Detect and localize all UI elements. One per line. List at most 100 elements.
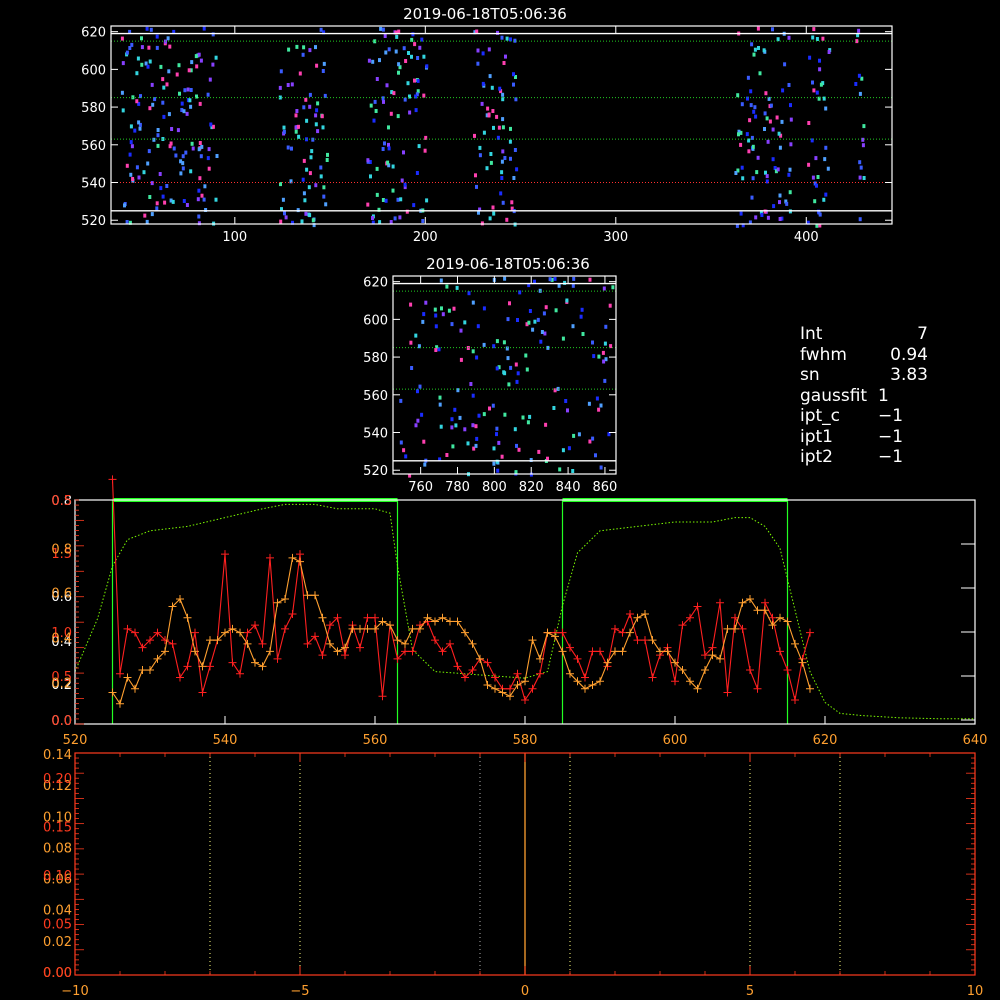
spectrum-dot (505, 346, 509, 351)
spectrum-dot (403, 97, 407, 102)
spectrum-dot (298, 71, 302, 76)
spectrum-dot (746, 75, 750, 80)
spectrum-dot (161, 100, 165, 105)
spectrum-dot (496, 468, 500, 473)
spectrum-dot (314, 113, 318, 118)
spectrum-dot (416, 56, 420, 60)
spectrum-dot (858, 175, 862, 180)
info-value: −1 (878, 406, 904, 426)
spectrum-dot (515, 443, 518, 448)
info-label: ipt1 (800, 426, 833, 447)
spectrum-dot (315, 63, 319, 68)
spectrum-dot (500, 159, 504, 164)
spectrum-dot (553, 276, 557, 281)
spectrum-dot (140, 45, 144, 50)
spectrum-dot (315, 108, 319, 113)
spectrum-dot (420, 412, 424, 417)
spectrum-dot (861, 143, 865, 148)
spectrum-dot (301, 177, 305, 182)
spectrum-dot (473, 133, 476, 138)
spectrum-dot (536, 317, 540, 322)
spectrum-dot (417, 144, 421, 149)
spectrum-dot (564, 399, 568, 403)
spectrum-dot (185, 203, 189, 207)
red-y-label: 0.10 (43, 869, 72, 884)
spectrum-dot (148, 106, 152, 111)
spectrum-dot (503, 412, 507, 417)
spectrum-dot (445, 284, 449, 289)
spectrum-dot (521, 415, 525, 420)
y-tick-label: 580 (363, 351, 388, 366)
spectrum-dot (421, 219, 425, 223)
spectrum-dot (481, 81, 485, 86)
spectrum-dot (189, 169, 193, 174)
spectrum-dot (471, 349, 475, 354)
info-value: −1 (878, 426, 904, 447)
spectrum-dot (474, 173, 477, 178)
x-tick-label: 580 (513, 733, 538, 748)
spectrum-dot (814, 156, 818, 161)
spectrum-dot (389, 220, 393, 224)
spectrum-dot (294, 113, 298, 118)
spectrum-dot (807, 121, 811, 125)
spectrum-dot (815, 90, 819, 95)
spectrum-dot (548, 277, 552, 282)
spectrum-dot (425, 64, 429, 69)
spectrum-dot (406, 81, 410, 86)
spectrum-dot (599, 465, 603, 470)
spectrum-dot (561, 336, 565, 341)
y-tick-label: 540 (81, 177, 106, 192)
spectrum-dot (207, 166, 211, 171)
spectrum-dot (766, 215, 770, 220)
spectrum-dot (215, 154, 219, 158)
spectrum-dot (120, 36, 124, 41)
x-tick-label: −5 (290, 984, 309, 999)
spectrum-dot (602, 286, 606, 291)
spectrum-dot (474, 424, 478, 429)
spectrum-dot (207, 147, 211, 152)
spectrum-dot (514, 362, 518, 367)
spectrum-dot (387, 47, 391, 52)
spectrum-dot (579, 314, 583, 319)
spectrum-dot (125, 220, 129, 224)
spectrum-dot (587, 401, 591, 406)
spectrum-dot (495, 366, 499, 371)
spectrum-dot (783, 62, 787, 67)
spectrum-dot (146, 161, 150, 166)
spectrum-dot (561, 448, 565, 453)
x-tick-label: 640 (963, 733, 988, 748)
spectrum-dot (131, 177, 135, 181)
spectrum-dot (503, 156, 507, 160)
spectrum-dot (495, 426, 499, 431)
spectrum-dot (506, 356, 510, 361)
spectrum-dot (322, 185, 326, 190)
spectrum-dot (147, 149, 151, 154)
spectrum-dot (492, 446, 496, 451)
spectrum-dot (492, 211, 496, 216)
spectrum-dot (524, 353, 528, 358)
spectrum-dot (503, 276, 507, 281)
spectrum-dot (780, 119, 784, 124)
spectrum-dot (571, 469, 575, 473)
spectrum-dot (136, 56, 140, 61)
spectrum-dot (203, 184, 207, 189)
spectrum-dot (736, 93, 740, 98)
spectrum-dot (463, 320, 467, 325)
spectrum-dot (608, 303, 612, 308)
spectrum-dot (778, 200, 781, 205)
spectrum-dot (398, 215, 402, 220)
spectrum-dot (182, 199, 186, 203)
spectrum-dot (206, 156, 210, 161)
spectrum-dot (471, 423, 475, 428)
spectrum-dot (181, 166, 185, 171)
spectrum-dot (812, 88, 816, 93)
spectrum-dot (776, 167, 780, 172)
spectrum-dot (433, 307, 437, 312)
spectrum-dot (147, 45, 151, 50)
spectrum-dot (383, 141, 386, 146)
spectrum-dot (861, 137, 865, 142)
x-tick-label: 620 (813, 733, 838, 748)
spectrum-dot (477, 413, 481, 418)
spectrum-dot (480, 221, 484, 226)
spectrum-dot (416, 78, 420, 83)
